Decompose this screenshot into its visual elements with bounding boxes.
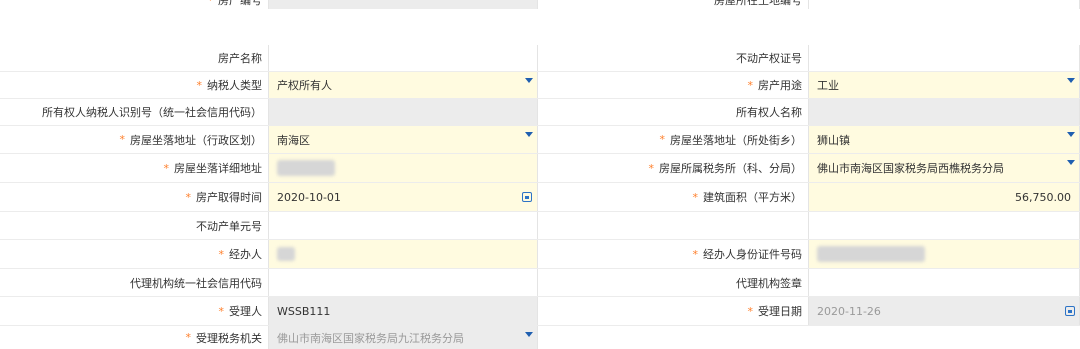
detail-address-input[interactable] [268,154,538,182]
calendar-icon[interactable] [1065,306,1075,316]
house-use-label: * 房产用途 [747,78,803,93]
acceptor-field: WSSB111 [268,297,538,325]
redacted-value [277,247,295,261]
land-number-label: 房屋所在土地编号 [714,0,802,7]
property-cert-input[interactable] [808,45,1080,71]
row-address-region: * 房屋坐落地址（行政区划） 南海区 * 房屋坐落地址（所处街乡） 狮山镇 [0,126,1080,154]
taxpayer-type-label: * 纳税人类型 [196,78,263,93]
owner-id-label: 所有权人纳税人识别号（统一社会信用代码） [42,106,262,119]
unit-number-input[interactable] [268,212,538,239]
row-house-name: 房产名称 不动产权证号 [0,45,1080,72]
building-area-input[interactable]: 56,750.00 [808,183,1080,211]
tax-office-select[interactable]: 佛山市南海区国家税务局西樵税务分局 [808,154,1080,182]
address-street-label: * 房屋坐落地址（所处街乡） [659,133,803,147]
acquire-date-label: * 房产取得时间 [185,190,263,205]
top-row: *房产编号 查询 房屋所在土地编号 查询 [0,0,1080,9]
calendar-icon[interactable] [522,192,532,202]
house-name-input[interactable] [268,45,538,71]
tax-authority-select[interactable]: 佛山市南海区国家税务局九江税务分局 [268,326,538,349]
handler-label: * 经办人 [218,247,263,262]
acceptor-label: * 受理人 [218,304,263,319]
handler-id-label: * 经办人身份证件号码 [692,247,803,262]
acquire-date-input[interactable]: 2020-10-01 [268,183,538,211]
house-use-select[interactable]: 工业 [808,72,1080,98]
chevron-down-icon[interactable] [525,332,533,337]
land-number-field[interactable]: 查询 [808,0,1080,9]
row-unit-number: 不动产单元号 [0,212,1080,240]
row-agency: 代理机构统一社会信用代码 代理机构签章 [0,269,1080,297]
property-cert-label: 不动产权证号 [736,52,802,65]
redacted-value [817,246,925,262]
taxpayer-type-select[interactable]: 产权所有人 [268,72,538,98]
row-tax-authority: * 受理税务机关 佛山市南海区国家税务局九江税务分局 [0,326,1080,349]
owner-id-field [268,99,538,125]
row-acceptor: * 受理人 WSSB111 * 受理日期 2020-11-26 [0,297,1080,326]
empty-field [808,212,1080,239]
row-handler: * 经办人 * 经办人身份证件号码 [0,240,1080,269]
agency-code-label: 代理机构统一社会信用代码 [130,276,262,290]
house-name-label: 房产名称 [218,52,262,65]
chevron-down-icon[interactable] [525,78,533,83]
accept-date-field[interactable]: 2020-11-26 [808,297,1080,325]
detail-address-label: * 房屋坐落详细地址 [163,161,263,176]
chevron-down-icon[interactable] [1067,78,1075,83]
handler-input[interactable] [268,240,538,268]
redacted-value [277,160,335,176]
row-taxpayer-type: * 纳税人类型 产权所有人 * 房产用途 工业 [0,72,1080,99]
owner-name-field [808,99,1080,125]
agency-seal-label: 代理机构签章 [736,276,802,290]
agency-code-input[interactable] [268,269,538,296]
address-district-select[interactable]: 南海区 [268,126,538,153]
chevron-down-icon[interactable] [1067,132,1075,137]
handler-id-input[interactable] [808,240,1080,268]
accept-date-label: * 受理日期 [747,304,803,319]
row-acquire-date: * 房产取得时间 2020-10-01 * 建筑面积（平方米） 56,750.00 [0,183,1080,212]
row-owner-id: 所有权人纳税人识别号（统一社会信用代码） 所有权人名称 [0,99,1080,126]
owner-name-label: 所有权人名称 [736,106,802,119]
tax-authority-label: * 受理税务机关 [185,331,263,345]
address-district-label: * 房屋坐落地址（行政区划） [119,133,263,147]
house-number-field[interactable]: 查询 [268,0,538,9]
house-number-label: * 房产编号 [207,0,263,7]
chevron-down-icon[interactable] [1067,160,1075,165]
agency-seal-input[interactable] [808,269,1080,296]
building-area-label: * 建筑面积（平方米） [692,190,803,205]
row-detail-address: * 房屋坐落详细地址 * 房屋所属税务所（科、分局） 佛山市南海区国家税务局西樵税务… [0,154,1080,183]
unit-number-label: 不动产单元号 [196,219,262,233]
empty-label [538,212,808,239]
chevron-down-icon[interactable] [525,132,533,137]
tax-office-label: * 房屋所属税务所（科、分局） [648,161,803,176]
address-street-select[interactable]: 狮山镇 [808,126,1080,153]
